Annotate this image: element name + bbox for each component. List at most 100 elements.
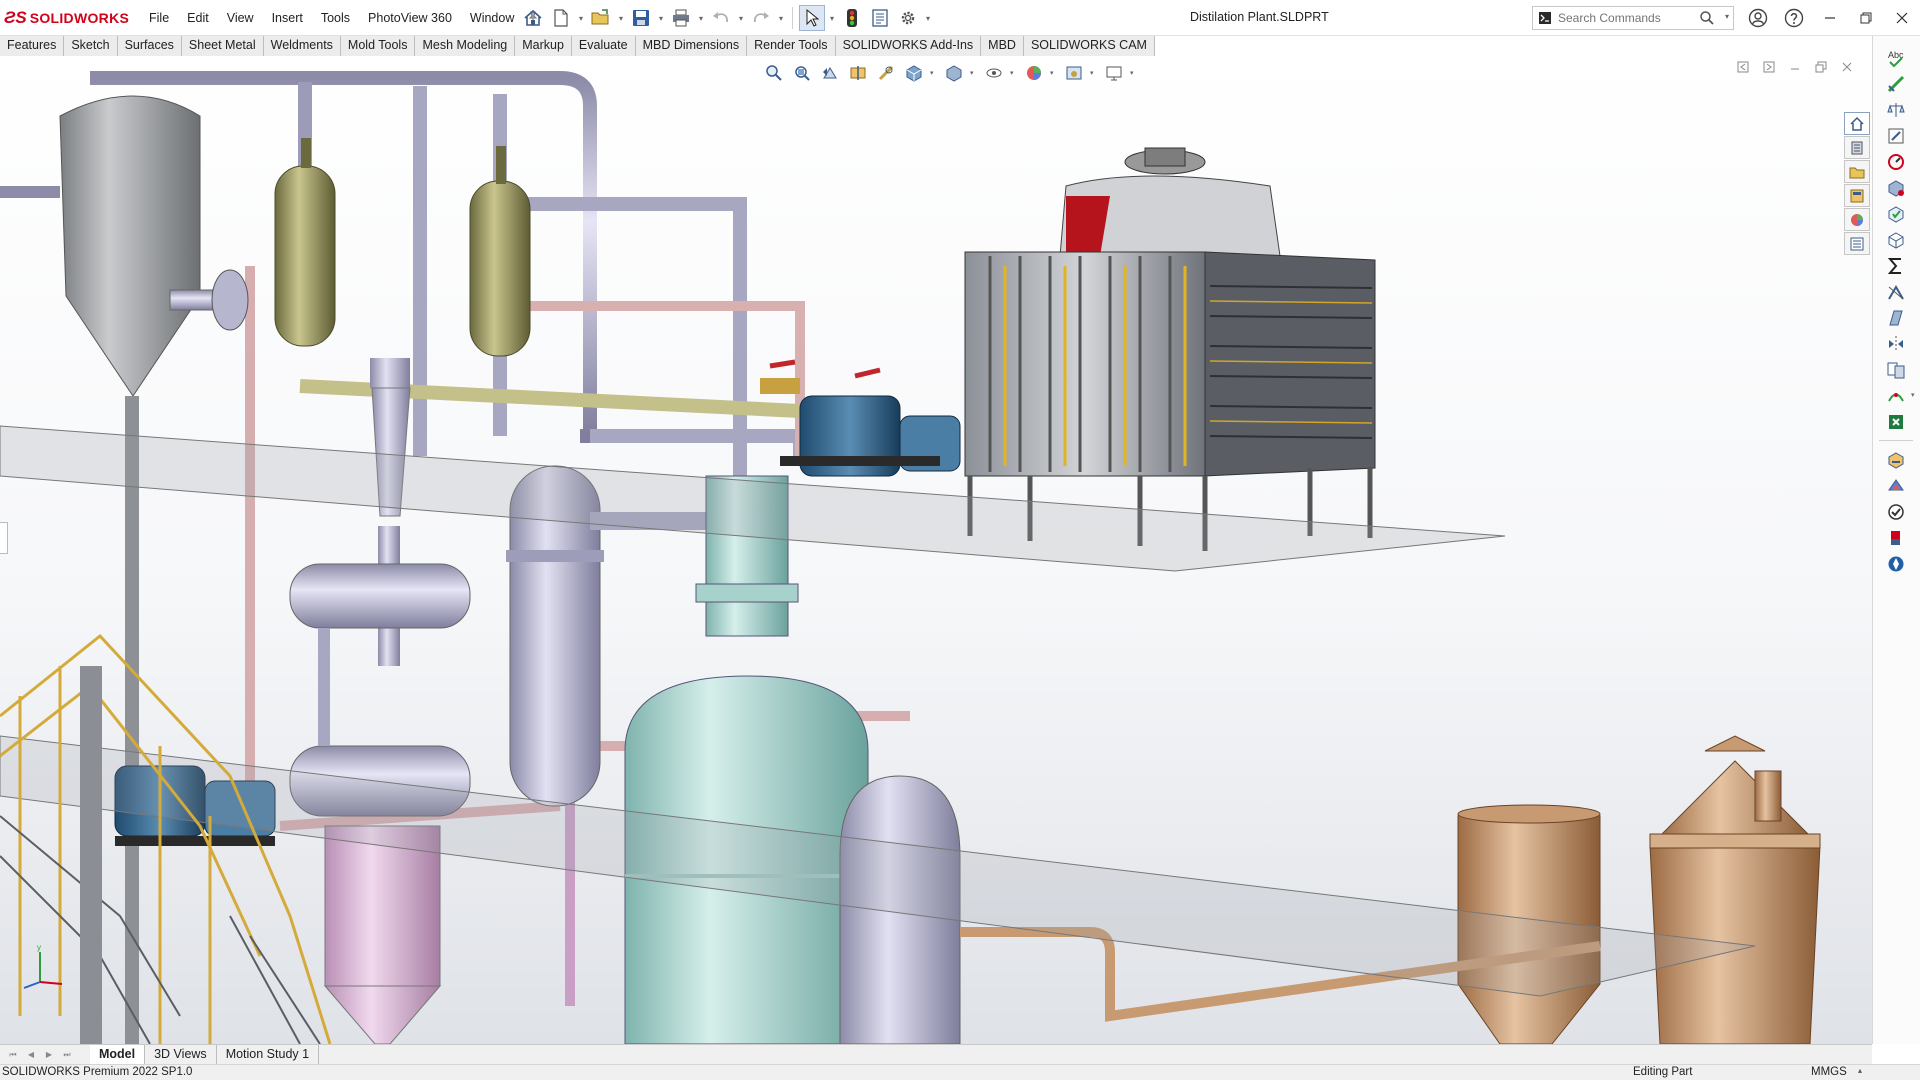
feature-manager-expand-handle[interactable] [0,522,8,554]
measure-icon[interactable] [1883,72,1909,96]
sensor-icon[interactable] [1883,150,1909,174]
unit-system-dropdown-icon[interactable]: ▴ [1858,1066,1862,1075]
deviation-analysis-icon[interactable] [1883,280,1909,304]
section-view-icon[interactable] [846,62,870,84]
equations-sigma-icon[interactable] [1883,254,1909,278]
open-dropdown-icon[interactable]: ▾ [616,5,626,31]
tab-solidworks-add-ins[interactable]: SOLIDWORKS Add-Ins [835,36,982,56]
draft-analysis-icon[interactable] [1883,306,1909,330]
menu-edit[interactable]: Edit [178,11,218,25]
dynamic-annotation-icon[interactable] [874,62,898,84]
tab-mbd-dimensions[interactable]: MBD Dimensions [635,36,748,56]
search-icon[interactable] [1699,10,1715,29]
new-dropdown-icon[interactable]: ▾ [576,5,586,31]
open-folder-icon[interactable] [588,5,614,31]
save-dropdown-icon[interactable]: ▾ [656,5,666,31]
tab-surfaces[interactable]: Surfaces [117,36,182,56]
user-account-icon[interactable] [1740,0,1776,36]
options-gear-icon[interactable] [895,5,921,31]
reference-triad[interactable]: y [10,938,70,998]
tab-sketch[interactable]: Sketch [64,36,118,56]
display-style-icon[interactable] [942,62,966,84]
view-palette-icon[interactable] [1844,184,1870,207]
menu-window[interactable]: Window [461,11,523,25]
next-window-icon[interactable] [1758,58,1780,76]
edit-appearance-dropdown-icon[interactable]: ▾ [1050,69,1058,77]
doc-minimize-icon[interactable] [1784,58,1806,76]
tab-mold-tools[interactable]: Mold Tools [340,36,416,56]
tab-mbd[interactable]: MBD [981,36,1024,56]
tab-render-tools[interactable]: Render Tools [747,36,836,56]
options-dropdown-icon[interactable]: ▾ [923,5,933,31]
close-icon[interactable] [1884,0,1920,36]
redo-dropdown-icon[interactable]: ▾ [776,5,786,31]
previous-tab-icon[interactable]: ◀ [22,1048,40,1062]
section-properties-icon[interactable] [1883,124,1909,148]
tab-3d-views[interactable]: 3D Views [145,1045,217,1064]
design-library-icon[interactable] [1844,136,1870,159]
select-dropdown-icon[interactable]: ▾ [827,5,837,31]
check-icon[interactable] [1883,202,1909,226]
view-orientation-icon[interactable] [902,62,926,84]
hide-show-items-icon[interactable] [982,62,1006,84]
performance-evaluation-icon[interactable] [1883,176,1909,200]
menu-tools[interactable]: Tools [312,11,359,25]
tab-model[interactable]: Model [90,1045,146,1064]
last-tab-icon[interactable]: ⏭ [58,1048,76,1062]
doc-close-icon[interactable] [1836,58,1858,76]
unit-system[interactable]: MMGS [1811,1066,1847,1078]
solidworks-logo[interactable]: ƧS SOLIDWORKS [4,8,129,28]
mass-properties-icon[interactable] [1883,98,1909,122]
zoom-to-fit-icon[interactable] [762,62,786,84]
home-icon[interactable] [520,5,546,31]
zoom-area-icon[interactable] [790,62,814,84]
curvature-dropdown-icon[interactable]: ▾ [1911,391,1915,399]
view-orientation-dropdown-icon[interactable]: ▾ [930,69,938,77]
menu-view[interactable]: View [218,11,263,25]
menu-insert[interactable]: Insert [263,11,312,25]
select-arrow-icon[interactable] [799,5,825,31]
minimize-icon[interactable] [1812,0,1848,36]
solidworks-resources-icon[interactable] [1844,112,1870,135]
3dexperience-icon[interactable] [1883,552,1909,576]
undo-icon[interactable] [708,5,734,31]
undo-dropdown-icon[interactable]: ▾ [736,5,746,31]
appearances-scenes-icon[interactable] [1844,208,1870,231]
redo-icon[interactable] [748,5,774,31]
file-explorer-icon[interactable] [1844,160,1870,183]
tab-evaluate[interactable]: Evaluate [571,36,636,56]
menu-file[interactable]: File [140,11,178,25]
excel-export-icon[interactable] [1883,410,1909,434]
custom-properties-icon[interactable] [1844,232,1870,255]
view-settings-dropdown-icon[interactable]: ▾ [1130,69,1138,77]
costing-icon[interactable] [1883,448,1909,472]
print-dropdown-icon[interactable]: ▾ [696,5,706,31]
new-document-icon[interactable] [548,5,574,31]
menu-photoview-360[interactable]: PhotoView 360 [359,11,461,25]
tab-weldments[interactable]: Weldments [263,36,341,56]
tab-markup[interactable]: Markup [515,36,572,56]
apply-scene-dropdown-icon[interactable]: ▾ [1090,69,1098,77]
file-properties-icon[interactable] [867,5,893,31]
search-input[interactable] [1558,11,1698,25]
spell-check-icon[interactable]: Abc [1883,46,1909,70]
previous-window-icon[interactable] [1732,58,1754,76]
doc-restore-icon[interactable] [1810,58,1832,76]
design-checker-icon[interactable] [1883,500,1909,524]
curvature-icon[interactable] [1883,384,1909,408]
drawing-compare-icon[interactable] [1883,526,1909,550]
tab-features[interactable]: Features [0,36,65,56]
restore-icon[interactable] [1848,0,1884,36]
next-tab-icon[interactable]: ▶ [40,1048,58,1062]
apply-scene-icon[interactable] [1062,62,1086,84]
tab-mesh-modeling[interactable]: Mesh Modeling [415,36,516,56]
display-style-dropdown-icon[interactable]: ▾ [970,69,978,77]
help-icon[interactable] [1776,0,1812,36]
graphics-area[interactable]: ▾ ▾ ▾ ▾ ▾ ▾ y [0,56,1872,1044]
first-tab-icon[interactable]: ⏮ [4,1048,22,1062]
simulation-xpress-icon[interactable] [1883,474,1909,498]
compare-documents-icon[interactable] [1883,358,1909,382]
print-icon[interactable] [668,5,694,31]
geometry-analysis-icon[interactable] [1883,228,1909,252]
hide-show-dropdown-icon[interactable]: ▾ [1010,69,1018,77]
